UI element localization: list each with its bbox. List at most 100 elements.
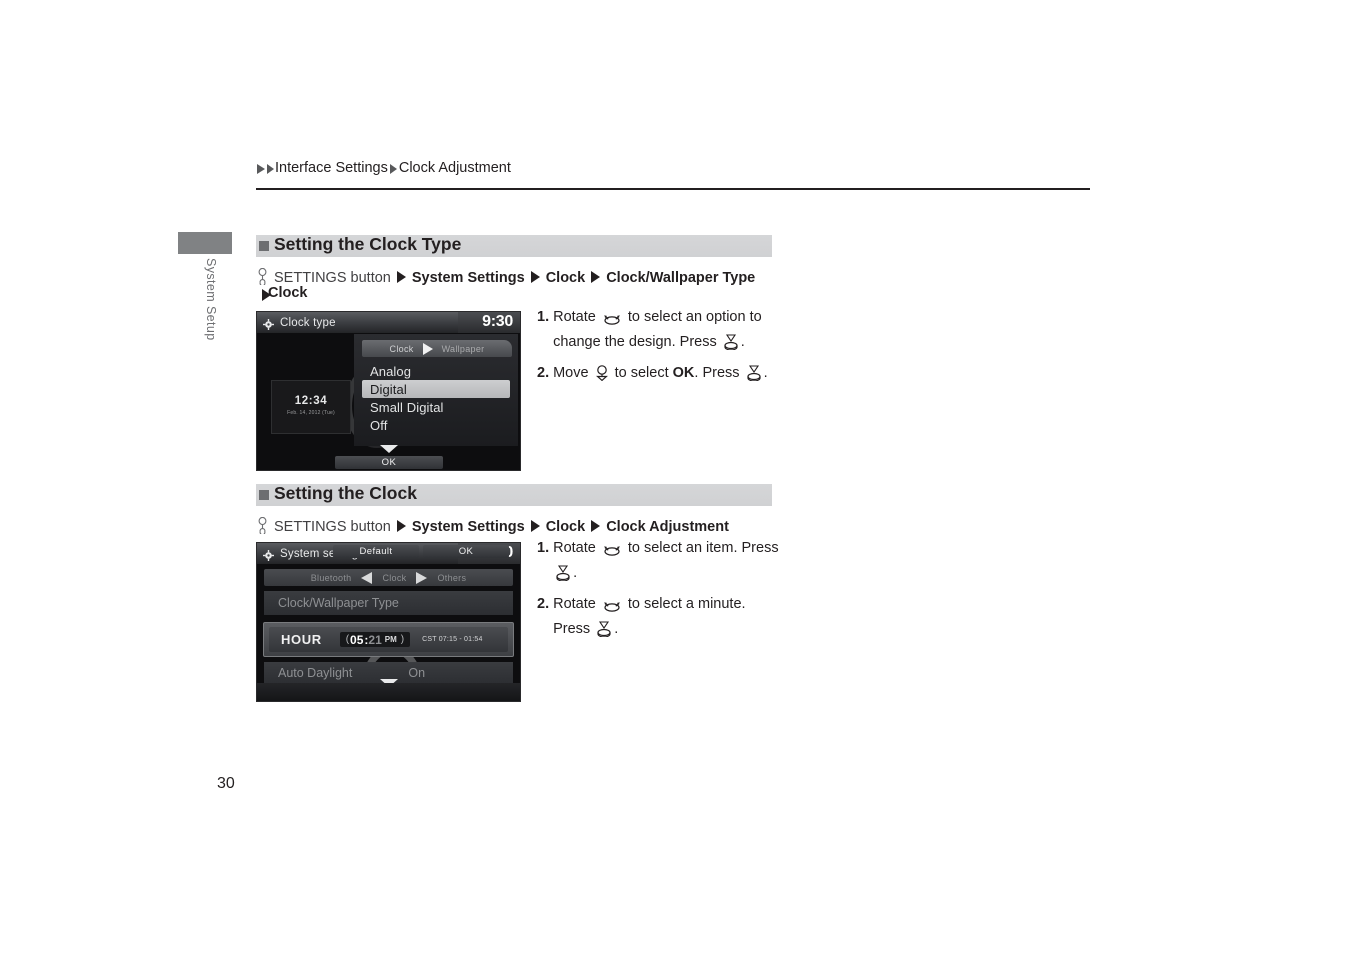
step-emphasis-ok: OK [672, 365, 695, 381]
hour-mm: 21 [368, 632, 382, 647]
step-text: Rotate to select a minute. Press . [553, 594, 781, 644]
option-analog[interactable]: Analog [362, 362, 510, 380]
rotate-dial-icon-3 [602, 598, 622, 619]
auto-daylight-label: Auto Daylight [278, 666, 353, 680]
press-dial-icon-2 [746, 365, 762, 388]
section-title: Setting the Clock Type [274, 234, 462, 255]
nav-item-clock-2: Clock [545, 519, 586, 535]
breadcrumb-current: Clock Adjustment [398, 160, 511, 176]
tab-next-arrow-icon-2[interactable] [416, 571, 428, 584]
nav-item-system-settings: System Settings [411, 270, 525, 286]
tab-next-arrow-icon[interactable] [422, 342, 433, 355]
nav-arrow-icon [396, 271, 406, 283]
option-small-digital[interactable]: Small Digital [362, 398, 510, 416]
screenshot-system-settings: System settings 9:30 Bluetooth Clock Oth… [256, 542, 521, 702]
clock-preview-time: 12:34 [294, 395, 328, 407]
screen-titlebar-1: Clock type 9:30 [257, 312, 520, 333]
step-text: Rotate to select an item. Press . [553, 538, 781, 588]
hour-value-field[interactable]: ( 05 : 21 PM ) [339, 632, 411, 647]
breadcrumb-arrow-icon-3 [389, 164, 397, 174]
screen-title-1: Clock type [280, 316, 336, 329]
breadcrumb: Interface Settings Clock Adjustment [256, 160, 511, 176]
step-number: 1. [537, 309, 550, 325]
gear-icon-2 [263, 548, 274, 561]
auto-daylight-value: On [408, 666, 426, 680]
default-button[interactable]: Default [333, 545, 419, 558]
clock-preview-date: Feb. 14, 2012 (Tue) [287, 410, 335, 416]
hour-left-bracket-icon: ( [345, 634, 350, 645]
tab-clock-2[interactable]: Clock [382, 573, 406, 583]
row-clock-wallpaper-type[interactable]: Clock/Wallpaper Type [264, 591, 513, 615]
move-dial-icon [595, 365, 609, 388]
nav-item-clock-adjustment: Clock Adjustment [606, 519, 729, 535]
clock-type-panel: Clock Wallpaper Analog Digital Small Dig… [354, 334, 518, 446]
hour-right-bracket-icon: ) [400, 634, 405, 645]
press-dial-icon-3 [555, 565, 571, 588]
side-tab-label: System Setup [204, 258, 218, 341]
rotate-dial-icon-2 [602, 542, 622, 563]
breadcrumb-parent: Interface Settings [275, 160, 388, 176]
step-number: 1. [537, 540, 550, 556]
section-header-setting-clock: Setting the Clock [256, 484, 772, 506]
step-text: Rotate to select an option to change the… [553, 307, 779, 357]
scroll-down-caret-icon-1[interactable] [379, 445, 398, 453]
ok-button-2[interactable]: OK [423, 545, 509, 558]
screen-clock-1: 9:30 [482, 313, 513, 330]
press-dial-icon-4 [596, 621, 612, 644]
breadcrumb-divider [256, 188, 1090, 190]
step-item: 1. Rotate to select an item. Press . [537, 538, 781, 588]
tab-others[interactable]: Others [437, 573, 466, 583]
tab-wallpaper[interactable]: Wallpaper [442, 344, 485, 354]
tab-bluetooth[interactable]: Bluetooth [311, 573, 352, 583]
breadcrumb-arrow-icon [257, 164, 265, 174]
gear-icon [263, 317, 274, 330]
section-bullet-icon-2 [259, 490, 269, 500]
system-settings-tabs[interactable]: Bluetooth Clock Others [264, 569, 513, 586]
page-number: 30 [217, 775, 235, 792]
step-item: 2. Move to select OK. Press . [537, 363, 779, 388]
tab-prev-arrow-icon[interactable] [361, 571, 373, 584]
step-text: Move to select OK. Press . [553, 363, 768, 388]
nav-item-clock: Clock [545, 270, 586, 286]
nav-prefix-2: SETTINGS button [274, 519, 391, 535]
row-hour-selected[interactable]: HOUR ( 05 : 21 PM ) CST 07:15 - 01:54 [263, 622, 514, 657]
nav-arrow-icon-3 [591, 271, 601, 283]
clock-preview: 12:34 Feb. 14, 2012 (Tue) [271, 380, 351, 434]
side-tab-marker [178, 232, 232, 254]
nav-path-1: SETTINGS button System Settings Clock Cl… [256, 265, 776, 301]
step-number: 2. [537, 365, 550, 381]
nav-arrow-icon-5 [396, 520, 406, 532]
step-item: 1. Rotate to select an option to change … [537, 307, 779, 357]
hour-label: HOUR [281, 632, 322, 647]
step-item: 2. Rotate to select a minute. Press . [537, 594, 781, 644]
nav-item-clock-wrapped: Clock [268, 285, 308, 301]
hour-ampm: PM [384, 635, 397, 644]
steps-list-1: 1. Rotate to select an option to change … [537, 307, 779, 394]
manual-page: Interface Settings Clock Adjustment Syst… [0, 0, 1350, 954]
screen-bottom-bar-2 [257, 683, 520, 701]
settings-button-icon [256, 267, 269, 287]
tab-clock[interactable]: Clock [390, 344, 414, 354]
rotate-dial-icon [602, 311, 622, 332]
nav-arrow-icon-7 [591, 520, 601, 532]
option-digital[interactable]: Digital [362, 380, 510, 398]
section-bullet-icon [259, 241, 269, 251]
row-hour-inner: HOUR ( 05 : 21 PM ) CST 07:15 - 01:54 [269, 627, 508, 652]
press-dial-icon [723, 334, 739, 357]
clock-wallpaper-tabs[interactable]: Clock Wallpaper [362, 340, 512, 357]
section-title-2: Setting the Clock [274, 483, 417, 504]
nav-item-clock-wallpaper-type: Clock/Wallpaper Type [606, 270, 756, 286]
breadcrumb-arrow-icon-2 [267, 164, 274, 174]
hour-hh: 05 [350, 632, 364, 647]
nav-item-system-settings-2: System Settings [411, 519, 525, 535]
settings-button-icon-2 [256, 516, 269, 536]
screenshot-clock-type: Clock type 9:30 12:34 Feb. 14, 2012 (Tue… [256, 311, 521, 471]
timezone-range: CST 07:15 - 01:54 [422, 636, 483, 643]
section-header-clock-type: Setting the Clock Type [256, 235, 772, 257]
step-number: 2. [537, 596, 550, 612]
nav-arrow-icon-2 [530, 271, 540, 283]
option-off[interactable]: Off [362, 416, 510, 434]
nav-arrow-icon-6 [530, 520, 540, 532]
steps-list-2: 1. Rotate to select an item. Press . 2. … [537, 538, 781, 650]
ok-button-1[interactable]: OK [335, 456, 443, 469]
